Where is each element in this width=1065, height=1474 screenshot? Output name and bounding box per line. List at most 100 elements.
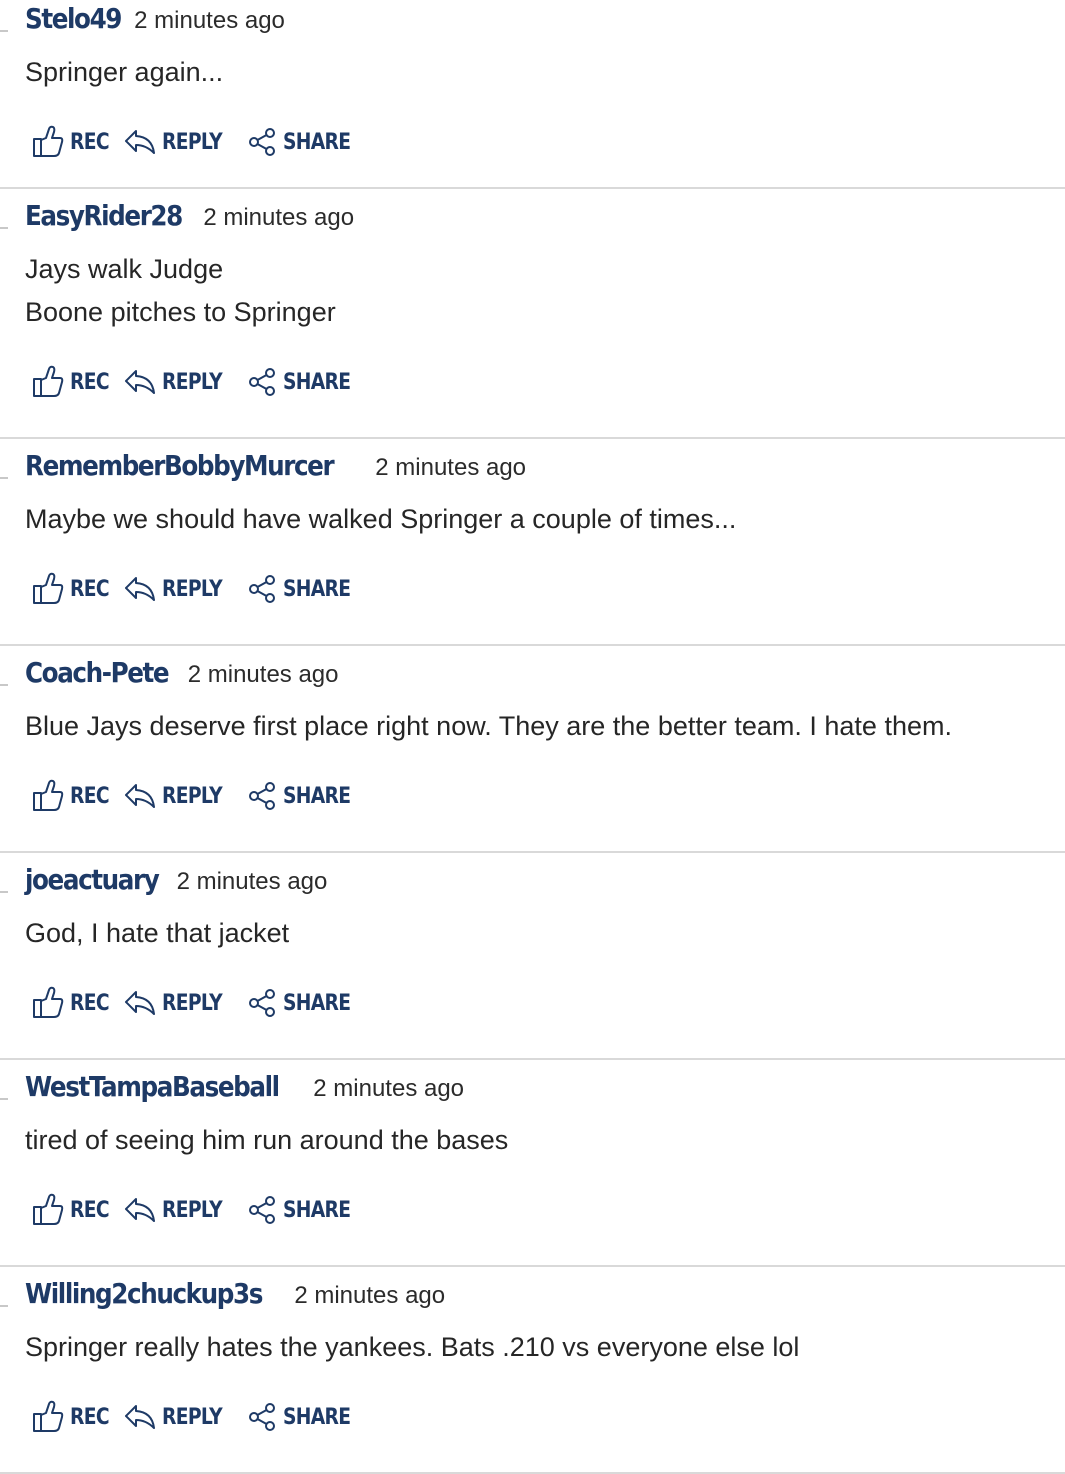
share-label: SHARE (283, 783, 351, 809)
share-button[interactable]: SHARE (248, 128, 362, 156)
thread-indent-marker (0, 1305, 8, 1307)
share-button[interactable]: SHARE (248, 989, 362, 1017)
comment-body: Blue Jays deserve first place right now.… (25, 705, 1055, 748)
reply-arrow-icon (124, 369, 156, 395)
comment: EasyRider28 2 minutes ago Jays walk Judge B… (0, 189, 1065, 439)
share-icon (248, 128, 278, 156)
rec-button[interactable]: REC (32, 1400, 128, 1434)
reply-label: REPLY (162, 1197, 223, 1223)
thumbs-up-icon (32, 1193, 64, 1227)
reply-label: REPLY (162, 576, 223, 602)
comment-timestamp: 2 minutes ago (313, 1075, 465, 1102)
thumbs-up-icon (32, 365, 64, 399)
rec-label: REC (70, 369, 110, 395)
share-label: SHARE (283, 369, 351, 395)
comment: WestTampaBaseball 2 minutes ago tired of s… (0, 1060, 1065, 1267)
share-icon (248, 989, 278, 1017)
comment-text-line: Maybe we should have walked Springer a c… (25, 504, 737, 534)
share-button[interactable]: SHARE (248, 1196, 362, 1224)
reply-button[interactable]: REPLY (124, 576, 226, 602)
rec-label: REC (70, 990, 110, 1016)
comment-body: Springer really hates the yankees. Bats … (25, 1326, 1055, 1369)
reply-label: REPLY (162, 1404, 223, 1430)
share-icon (248, 1403, 278, 1431)
comment-actions: REC REPLY SHARE (32, 779, 362, 813)
thumbs-up-icon (32, 125, 64, 159)
share-button[interactable]: SHARE (248, 1403, 362, 1431)
comment: Coach-Pete 2 minutes ago Blue Jays deserve… (0, 646, 1065, 853)
comment-meta: EasyRider28 2 minutes ago (25, 199, 354, 232)
comment-timestamp: 2 minutes ago (375, 454, 527, 481)
share-icon (248, 575, 278, 603)
reply-label: REPLY (162, 990, 223, 1016)
comment-text-line: Jays walk Judge (25, 254, 224, 284)
rec-label: REC (70, 576, 110, 602)
share-icon (248, 782, 278, 810)
thread-indent-marker (0, 477, 8, 479)
comment: Stelo49 2 minutes ago Springer again... REC… (0, 0, 1065, 189)
thumbs-up-icon (32, 986, 64, 1020)
reply-button[interactable]: REPLY (124, 129, 226, 155)
share-button[interactable]: SHARE (248, 575, 362, 603)
comment-actions: REC REPLY SHARE (32, 986, 362, 1020)
comment-actions: REC REPLY SHARE (32, 1400, 362, 1434)
reply-arrow-icon (124, 990, 156, 1016)
reply-arrow-icon (124, 576, 156, 602)
comment-body: God, I hate that jacket (25, 912, 1055, 955)
reply-button[interactable]: REPLY (124, 783, 226, 809)
comment-timestamp: 2 minutes ago (187, 661, 339, 688)
reply-button[interactable]: REPLY (124, 1404, 226, 1430)
share-label: SHARE (283, 1197, 351, 1223)
comment-author[interactable]: joeactuary (25, 863, 160, 896)
comment-meta: Willing2chuckup3s 2 minutes ago (25, 1277, 445, 1310)
comment-author[interactable]: RememberBobbyMurcer (25, 449, 335, 482)
reply-label: REPLY (162, 369, 223, 395)
comment-actions: REC REPLY SHARE (32, 572, 362, 606)
thumbs-up-icon (32, 572, 64, 606)
share-icon (248, 368, 278, 396)
comment-meta: RememberBobbyMurcer 2 minutes ago (25, 449, 526, 482)
rec-button[interactable]: REC (32, 779, 128, 813)
thumbs-up-icon (32, 1400, 64, 1434)
rec-label: REC (70, 783, 110, 809)
comment-text-line: God, I hate that jacket (25, 918, 290, 948)
comment-body: Springer again... (25, 51, 1055, 94)
comment-timestamp: 2 minutes ago (294, 1282, 446, 1309)
rec-label: REC (70, 1404, 110, 1430)
comment: joeactuary 2 minutes ago God, I hate that … (0, 853, 1065, 1060)
rec-button[interactable]: REC (32, 365, 128, 399)
reply-button[interactable]: REPLY (124, 990, 226, 1016)
comment-meta: Stelo49 2 minutes ago (25, 2, 285, 35)
reply-arrow-icon (124, 129, 156, 155)
rec-button[interactable]: REC (32, 572, 128, 606)
comment-author[interactable]: Stelo49 (25, 2, 122, 35)
share-icon (248, 1196, 278, 1224)
rec-button[interactable]: REC (32, 1193, 128, 1227)
comment-actions: REC REPLY SHARE (32, 1193, 362, 1227)
thread-indent-marker (0, 684, 8, 686)
comment-text-line: Springer again... (25, 57, 224, 87)
share-label: SHARE (283, 129, 351, 155)
comment-meta: joeactuary 2 minutes ago (25, 863, 327, 896)
share-button[interactable]: SHARE (248, 368, 362, 396)
thread-indent-marker (0, 891, 8, 893)
share-button[interactable]: SHARE (248, 782, 362, 810)
comment-body: tired of seeing him run around the bases (25, 1119, 1055, 1162)
comment-author[interactable]: Willing2chuckup3s (25, 1277, 263, 1310)
rec-label: REC (70, 1197, 110, 1223)
reply-arrow-icon (124, 783, 156, 809)
comment-author[interactable]: EasyRider28 (25, 199, 183, 232)
comment-author[interactable]: Coach-Pete (25, 656, 170, 689)
reply-button[interactable]: REPLY (124, 1197, 226, 1223)
reply-button[interactable]: REPLY (124, 369, 226, 395)
comment-timestamp: 2 minutes ago (203, 204, 355, 231)
comment-author[interactable]: WestTampaBaseball (25, 1070, 280, 1103)
reply-arrow-icon (124, 1404, 156, 1430)
thread-indent-marker (0, 30, 8, 32)
rec-button[interactable]: REC (32, 125, 128, 159)
comment-text-line: tired of seeing him run around the bases (25, 1125, 509, 1155)
comment-meta: Coach-Pete 2 minutes ago (25, 656, 339, 689)
share-label: SHARE (283, 990, 351, 1016)
share-label: SHARE (283, 576, 351, 602)
rec-button[interactable]: REC (32, 986, 128, 1020)
